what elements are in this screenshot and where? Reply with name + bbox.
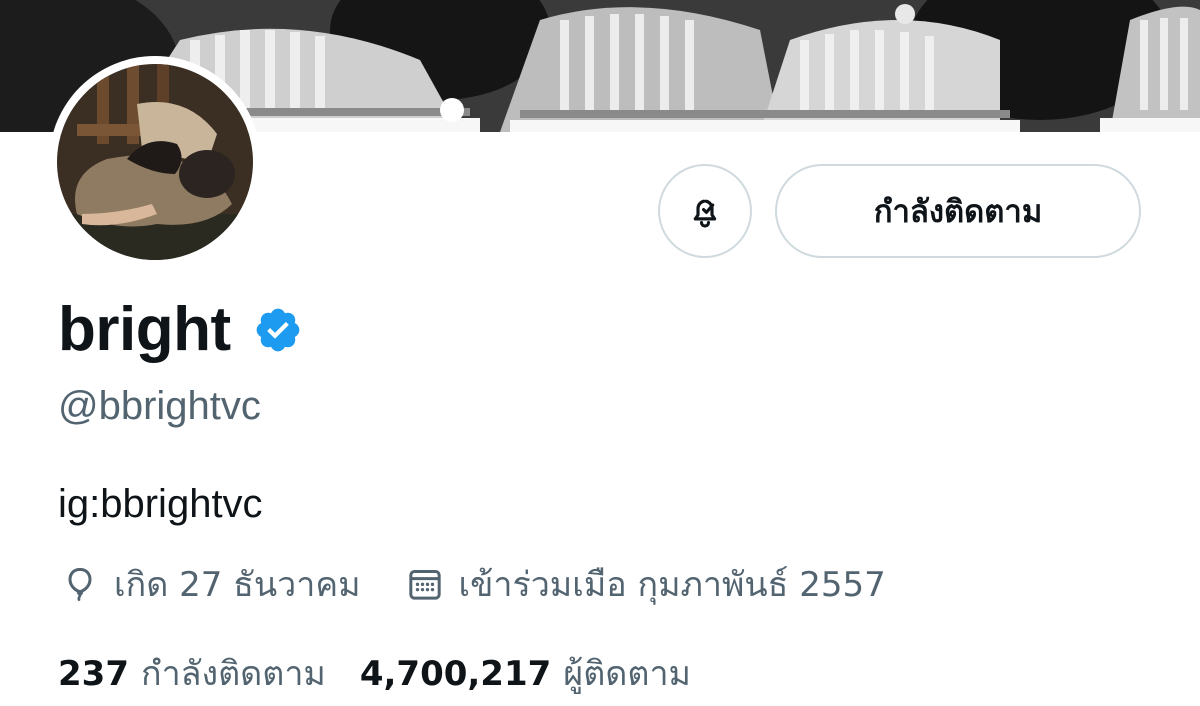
birthday-text: เกิด 27 ธันวาคม [114,565,361,605]
joined-item: เข้าร่วมเมือ กุมภาพันธ์ 2557 [405,557,886,611]
joined-text: เข้าร่วมเมือ กุมภาพันธ์ 2557 [458,565,886,605]
display-name: bright [58,295,231,364]
avatar[interactable] [57,64,253,260]
birthday-item: เกิด 27 ธันวาคม [60,557,361,611]
user-handle: @bbrightvc [58,384,261,428]
name-row: bright [58,294,303,366]
following-label: กำลังติดตาม [140,654,326,694]
balloon-icon [68,567,92,601]
verified-badge-icon[interactable] [253,305,303,355]
calendar-icon [408,570,441,600]
following-button[interactable]: กำลังติดตาม [775,164,1141,258]
followers-label: ผู้ติดตาม [563,654,691,694]
following-stat-link[interactable]: 237 กำลังติดตาม [58,646,326,700]
following-count: 237 [58,654,129,694]
bell-check-icon [693,199,717,228]
avatar-photo [57,64,253,260]
notifications-button[interactable] [658,164,752,258]
profile-meta: เกิด 27 ธันวาคม เข้าร่วมเมือ กุมภาพันธ์ … [60,557,886,611]
followers-stat-link[interactable]: 4,700,217 ผู้ติดตาม [360,646,691,700]
follow-stats: 237 กำลังติดตาม 4,700,217 ผู้ติดตาม [58,646,691,700]
avatar-frame[interactable] [49,56,261,268]
following-button-label: กำลังติดตาม [873,194,1043,230]
bio-text: ig:bbrightvc [58,482,263,526]
followers-count: 4,700,217 [359,654,552,694]
